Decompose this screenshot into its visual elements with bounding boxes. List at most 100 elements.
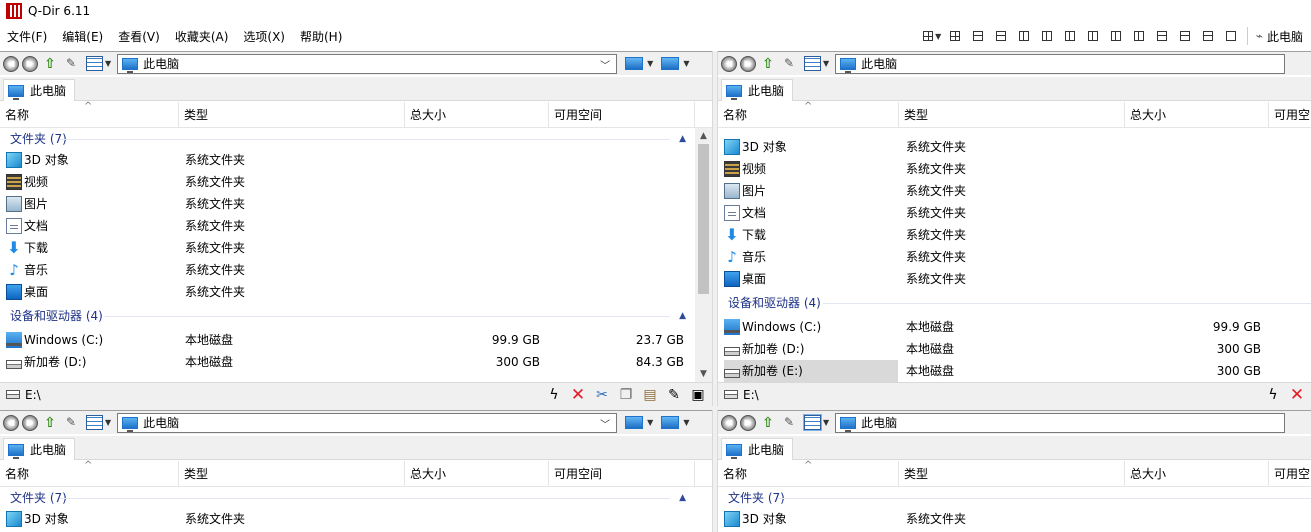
layout-3-pane-a-button[interactable] [967, 26, 990, 46]
status-path[interactable]: E:\ [6, 388, 41, 402]
group-folders[interactable]: 文件夹 (7) ▲ [0, 129, 694, 149]
list-item[interactable]: 桌面 系统文件夹 [718, 268, 1311, 290]
layout-2-col-b-button[interactable] [1128, 26, 1151, 46]
list-item[interactable]: 3D 对象 系统文件夹 [718, 136, 1311, 158]
up-folder-button[interactable]: ⇧ [760, 56, 776, 72]
layout-3-pane-e-button[interactable] [1059, 26, 1082, 46]
list-item[interactable]: 视频 系统文件夹 [0, 171, 695, 193]
tab-thispc[interactable]: 此电脑 [3, 79, 76, 101]
menu-file[interactable]: 文件(F) [0, 28, 55, 45]
layout-4-col-button[interactable] [1082, 26, 1105, 46]
column-type[interactable]: 类型 [179, 461, 405, 487]
scroll-down-icon[interactable]: ▼ [695, 366, 712, 382]
group-folders[interactable]: 文件夹 (7) [718, 488, 1311, 508]
column-name[interactable]: 名称 ^ [0, 101, 179, 128]
desktop-button[interactable]: ▼ [625, 416, 653, 429]
close-pane-button[interactable]: ✕ [568, 385, 588, 405]
menu-help[interactable]: 帮助(H) [293, 28, 350, 45]
edit-button[interactable]: ✎ [664, 385, 684, 405]
group-folders[interactable]: 文件夹 (7) ▲ [0, 488, 694, 508]
layout-4-pane-button[interactable] [944, 26, 967, 46]
list-item[interactable]: 3D 对象 系统文件夹 [0, 508, 695, 530]
column-free-space[interactable]: 可用空 [1269, 461, 1311, 487]
column-total-size[interactable]: 总大小 [1125, 461, 1269, 487]
list-item[interactable]: Windows (C:) 本地磁盘 99.9 GB 23.7 GB [0, 329, 695, 351]
back-button[interactable]: ◀ [3, 55, 19, 72]
list-item[interactable]: 图片 系统文件夹 [718, 180, 1311, 202]
vertical-scrollbar[interactable]: ▲ ▼ [695, 128, 712, 382]
forward-button[interactable]: ▶ [740, 55, 756, 72]
address-bar[interactable]: 此电脑 ﹀ [117, 53, 618, 74]
column-type[interactable]: 类型 [899, 102, 1125, 128]
view-mode-dropdown[interactable]: ▼ [823, 418, 829, 427]
view-mode-dropdown[interactable]: ▼ [823, 59, 829, 68]
paste-button[interactable]: ▤ [640, 385, 660, 405]
new-folder-button[interactable]: ✎ [62, 415, 80, 431]
scroll-up-icon[interactable]: ▲ [695, 128, 712, 144]
layout-2-row-button[interactable] [1151, 26, 1174, 46]
list-item[interactable]: ⬇ 下载 系统文件夹 [0, 237, 695, 259]
view-mode-dropdown[interactable]: ▼ [105, 59, 111, 68]
column-total-size[interactable]: 总大小 [405, 461, 549, 487]
list-item[interactable]: 3D 对象 系统文件夹 [718, 508, 1311, 530]
tab-thispc[interactable]: 此电脑 [721, 438, 794, 460]
layout-2-col-button[interactable] [1105, 26, 1128, 46]
forward-button[interactable]: ▶ [740, 414, 756, 431]
layout-3-pane-c-button[interactable] [1013, 26, 1036, 46]
view-mode-button[interactable] [803, 414, 822, 431]
layout-menu-button[interactable]: ▼ [921, 26, 944, 46]
list-item[interactable]: Windows (C:) 本地磁盘 99.9 GB [718, 316, 1311, 338]
pc-menu-button[interactable]: ▼ [661, 416, 689, 429]
close-pane-button[interactable]: ✕ [1287, 385, 1307, 405]
cut-button[interactable]: ✂ [592, 385, 612, 405]
list-item[interactable]: 新加卷 (D:) 本地磁盘 300 GB 84.3 GB [0, 351, 695, 373]
desktop-button[interactable]: ▼ [625, 57, 653, 70]
list-item[interactable]: 3D 对象 系统文件夹 [0, 149, 695, 171]
layout-2-row-c-button[interactable] [1197, 26, 1220, 46]
up-folder-button[interactable]: ⇧ [42, 56, 58, 72]
address-bar[interactable]: 此电脑 [835, 412, 1286, 433]
column-free-space[interactable]: 可用空 [1269, 102, 1311, 128]
column-total-size[interactable]: 总大小 [405, 102, 549, 128]
column-total-size[interactable]: 总大小 [1125, 102, 1269, 128]
address-bar[interactable]: 此电脑 [835, 53, 1286, 74]
menu-favorites[interactable]: 收藏夹(A) [168, 28, 237, 45]
group-drives[interactable]: 设备和驱动器 (4) [718, 293, 1311, 313]
list-item[interactable]: 视频 系统文件夹 [718, 158, 1311, 180]
quick-button[interactable]: ϟ [1263, 385, 1283, 405]
collapse-icon[interactable]: ▲ [679, 306, 686, 326]
column-name[interactable]: 名称 ^ [0, 460, 179, 487]
new-folder-button[interactable]: ✎ [780, 56, 798, 72]
collapse-icon[interactable]: ▲ [679, 488, 686, 508]
column-name[interactable]: 名称 ^ [718, 101, 899, 128]
layout-2-row-b-button[interactable] [1174, 26, 1197, 46]
list-item[interactable]: 文档 系统文件夹 [718, 202, 1311, 224]
forward-button[interactable]: ▶ [22, 55, 38, 72]
new-folder-button[interactable]: ✎ [62, 56, 80, 72]
list-item[interactable]: ♪ 音乐 系统文件夹 [0, 259, 695, 281]
layout-3-pane-b-button[interactable] [990, 26, 1013, 46]
column-type[interactable]: 类型 [179, 102, 405, 128]
back-button[interactable]: ◀ [721, 414, 737, 431]
tab-thispc[interactable]: 此电脑 [721, 79, 794, 101]
view-mode-button[interactable] [86, 56, 103, 71]
forward-button[interactable]: ▶ [22, 414, 38, 431]
chevron-down-icon[interactable]: ﹀ [600, 416, 610, 431]
column-name[interactable]: 名称 ^ [718, 460, 899, 487]
column-type[interactable]: 类型 [899, 461, 1125, 487]
menu-edit[interactable]: 编辑(E) [55, 28, 111, 45]
back-button[interactable]: ◀ [721, 55, 737, 72]
properties-button[interactable]: ▣ [688, 385, 708, 405]
view-mode-button[interactable] [86, 415, 103, 430]
list-item[interactable]: 文档 系统文件夹 [0, 215, 695, 237]
up-folder-button[interactable]: ⇧ [760, 415, 776, 431]
view-mode-dropdown[interactable]: ▼ [105, 418, 111, 427]
list-item[interactable]: 新加卷 (D:) 本地磁盘 300 GB [718, 338, 1311, 360]
address-bar[interactable]: 此电脑 ﹀ [117, 412, 618, 433]
layout-3-pane-d-button[interactable] [1036, 26, 1059, 46]
column-free-space[interactable]: 可用空间 [549, 102, 695, 128]
group-drives[interactable]: 设备和驱动器 (4) ▲ [0, 306, 694, 326]
list-item[interactable]: ♪ 音乐 系统文件夹 [718, 246, 1311, 268]
new-folder-button[interactable]: ✎ [780, 415, 798, 431]
collapse-icon[interactable]: ▲ [679, 129, 686, 149]
